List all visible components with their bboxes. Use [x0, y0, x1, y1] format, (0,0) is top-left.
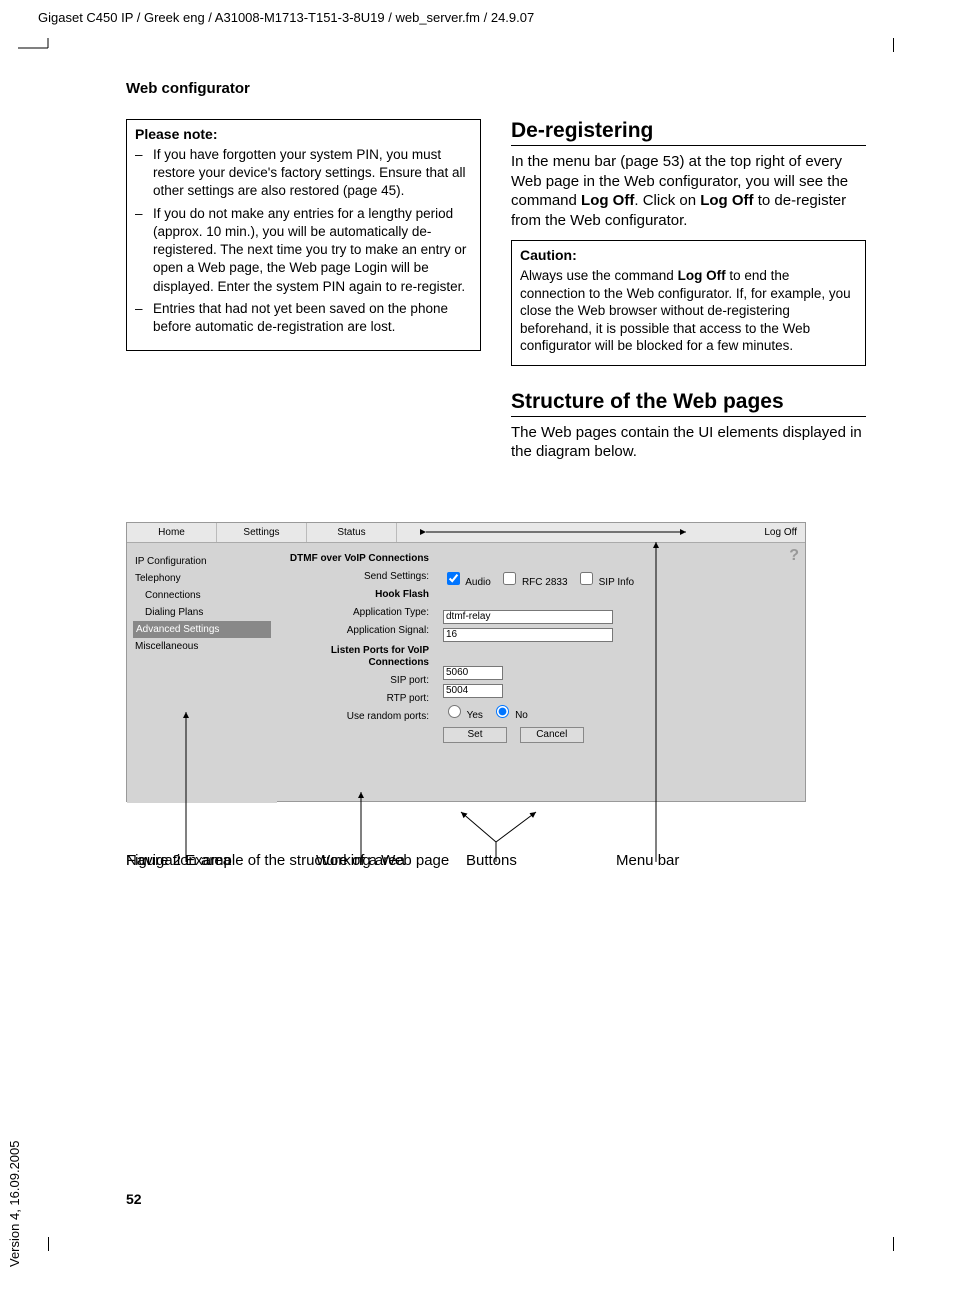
note-item: If you do not make any entries for a len… — [135, 205, 472, 296]
nav-item[interactable]: Dialing Plans — [133, 604, 271, 621]
tab-settings[interactable]: Settings — [217, 523, 307, 542]
application-type-input[interactable] — [443, 610, 613, 624]
sip-port-input[interactable] — [443, 666, 503, 680]
field-label: RTP port: — [277, 693, 429, 705]
please-note-title: Please note: — [135, 126, 472, 142]
field-label: Application Signal: — [277, 625, 429, 637]
heading-deregistering: De-registering — [511, 119, 866, 146]
note-item: Entries that had not yet been saved on t… — [135, 300, 472, 336]
tab-home[interactable]: Home — [127, 523, 217, 542]
rtp-port-input[interactable] — [443, 684, 503, 698]
version-footer: Version 4, 16.09.2005 — [7, 1141, 22, 1268]
section-header: Web configurator — [126, 80, 866, 97]
navigation-area: IP Configuration Telephony Connections D… — [127, 543, 277, 803]
application-signal-input[interactable] — [443, 628, 613, 642]
crop-mark — [893, 1237, 894, 1251]
field-label: Send Settings: — [277, 571, 429, 583]
field-group: DTMF over VoIP Connections — [277, 553, 429, 565]
random-yes-radio[interactable] — [448, 705, 461, 718]
rfc-checkbox[interactable] — [503, 572, 516, 585]
callout-work: Working area — [316, 852, 405, 869]
audio-checkbox[interactable] — [447, 572, 460, 585]
field-label: SIP port: — [277, 675, 429, 687]
menu-bar: Home Settings Status Log Off — [127, 523, 805, 543]
note-item: If you have forgotten your system PIN, y… — [135, 146, 472, 201]
dereg-body: In the menu bar (page 53) at the top rig… — [511, 152, 866, 230]
help-icon[interactable]: ? — [789, 547, 799, 565]
crop-mark — [893, 38, 894, 52]
webpage-screenshot: Home Settings Status Log Off ? IP Config… — [126, 522, 806, 802]
nav-item[interactable]: Telephony — [133, 570, 271, 587]
callout-buttons: Buttons — [466, 852, 517, 869]
tab-status[interactable]: Status — [307, 523, 397, 542]
field-group: Listen Ports for VoIP Connections — [277, 645, 429, 669]
crop-mark — [48, 1237, 49, 1251]
sipinfo-checkbox[interactable] — [580, 572, 593, 585]
cancel-button[interactable]: Cancel — [520, 727, 584, 743]
logoff-link[interactable]: Log Off — [745, 523, 805, 542]
nav-item[interactable]: Miscellaneous — [133, 638, 271, 655]
heading-structure: Structure of the Web pages — [511, 390, 866, 417]
doc-header: Gigaset C450 IP / Greek eng / A31008-M17… — [38, 10, 534, 25]
caution-title: Caution: — [520, 247, 857, 263]
field-group: Hook Flash — [277, 589, 429, 601]
field-label: Application Type: — [277, 607, 429, 619]
page-number: 52 — [126, 1191, 142, 1207]
set-button[interactable]: Set — [443, 727, 507, 743]
caution-body: Always use the command Log Off to end th… — [520, 267, 857, 355]
send-settings-checkboxes: Audio RFC 2833 SIP Info — [443, 569, 805, 588]
working-area: DTMF over VoIP Connections Send Settings… — [277, 543, 805, 803]
nav-item[interactable]: Connections — [133, 587, 271, 604]
nav-item[interactable]: IP Configuration — [133, 553, 271, 570]
nav-item-selected[interactable]: Advanced Settings — [133, 621, 271, 638]
please-note-box: Please note: If you have forgotten your … — [126, 119, 481, 351]
field-label: Use random ports: — [277, 711, 429, 723]
callout-menubar: Menu bar — [616, 852, 679, 869]
random-no-radio[interactable] — [496, 705, 509, 718]
caution-box: Caution: Always use the command Log Off … — [511, 240, 866, 366]
callout-nav: Navigation area — [126, 852, 231, 869]
structure-body: The Web pages contain the UI elements di… — [511, 423, 866, 462]
